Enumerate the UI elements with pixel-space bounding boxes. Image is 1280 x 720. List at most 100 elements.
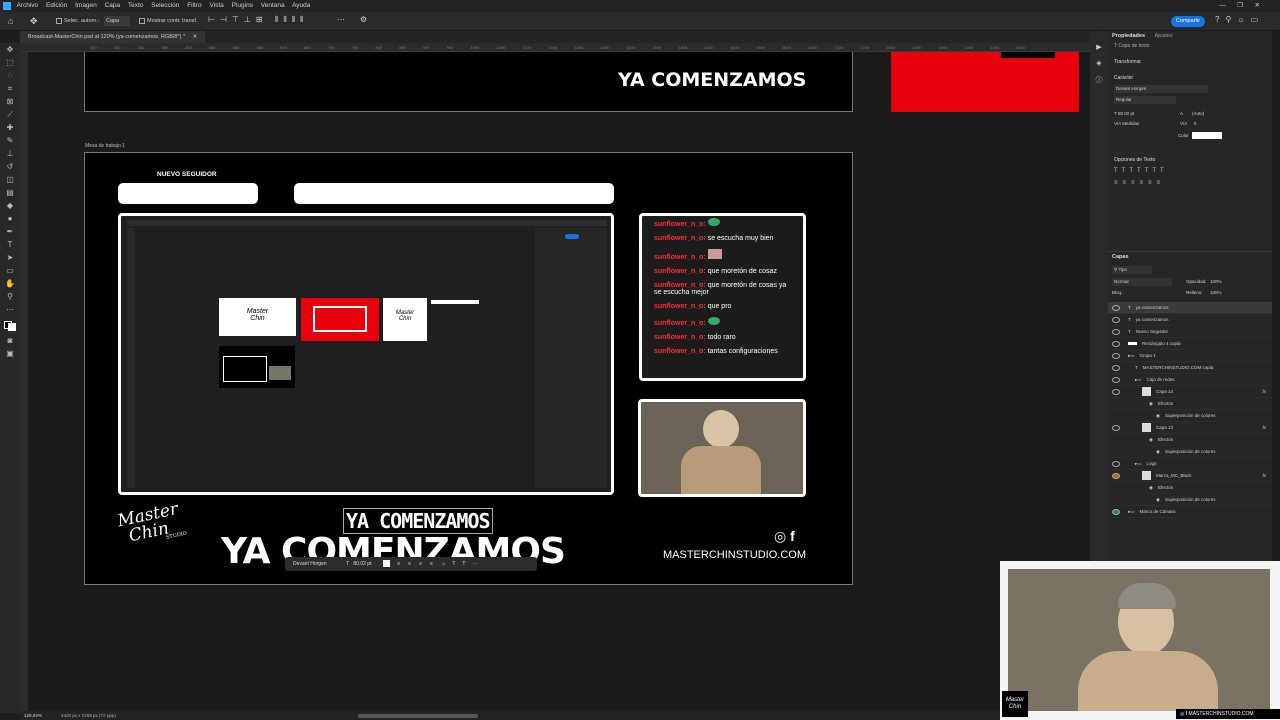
gear-icon[interactable]: ⚙ <box>360 15 367 24</box>
close-tab-icon[interactable]: ✕ <box>193 34 198 40</box>
fill-input[interactable]: 100% <box>1210 290 1222 295</box>
hand-tool-icon[interactable]: ✋ <box>0 277 20 290</box>
layer-row[interactable]: ▸▭ Marco de Cámara <box>1108 506 1272 518</box>
frame-tool-icon[interactable]: ⊠ <box>0 95 20 108</box>
lasso-tool-icon[interactable]: ◌ <box>0 69 20 82</box>
ctx-font-select[interactable]: Devant Horgen <box>293 561 327 567</box>
layer-row[interactable]: ▸▭ Grupo 1 <box>1108 350 1272 362</box>
info-icon[interactable]: ⓘ <box>1090 75 1108 85</box>
main-artboard[interactable]: NUEVO SEGUIDOR Master Chin Master Chin s… <box>84 152 853 585</box>
visibility-eye-icon[interactable] <box>1112 340 1120 347</box>
home-icon[interactable]: ⌂ <box>8 16 13 26</box>
top-right-icons[interactable]: ?⚲☼▭ <box>1215 15 1264 24</box>
play-icon[interactable]: ▶ <box>1090 43 1108 51</box>
layer-row[interactable]: ▸▭ Logo <box>1108 458 1272 470</box>
healing-tool-icon[interactable]: ✚ <box>0 121 20 134</box>
visibility-eye-icon[interactable] <box>1112 388 1120 395</box>
fx-icon[interactable]: fx <box>1262 389 1266 394</box>
opacity-input[interactable]: 100% <box>1210 279 1222 284</box>
tracking-input[interactable]: 0 <box>1194 121 1197 126</box>
color-swatches[interactable] <box>0 316 20 334</box>
menu-vista[interactable]: Vista <box>209 2 223 9</box>
layer-row[interactable]: T Nuevo Seguidor <box>1108 326 1272 338</box>
close-icon[interactable]: ✕ <box>1255 2 1260 9</box>
menu-ayuda[interactable]: Ayuda <box>292 2 310 9</box>
layer-row[interactable]: ◉ Efectos <box>1108 482 1272 494</box>
visibility-eye-icon[interactable] <box>1112 304 1120 311</box>
maximize-icon[interactable]: ❐ <box>1237 2 1243 9</box>
gradient-tool-icon[interactable]: ▤ <box>0 186 20 199</box>
share-button[interactable]: Compartir <box>1171 16 1205 27</box>
layer-row[interactable]: ▸▭ Caja de redes <box>1108 374 1272 386</box>
menu-plugins[interactable]: Plugins <box>232 2 253 9</box>
menu-texto[interactable]: Texto <box>128 2 144 9</box>
layer-row[interactable]: ◉ Superposición de colores <box>1108 494 1272 506</box>
move-tool-icon[interactable]: ✥ <box>0 43 20 56</box>
eraser-tool-icon[interactable]: ◫ <box>0 173 20 186</box>
horizontal-scrollbar[interactable] <box>358 714 478 718</box>
menu-edicion[interactable]: Edición <box>46 2 67 9</box>
zoom-level[interactable]: 120,04% <box>24 713 42 718</box>
leading-input[interactable]: (Auto) <box>1192 111 1204 116</box>
ctx-color-swatch[interactable] <box>382 560 390 568</box>
text-color-swatch[interactable] <box>1192 132 1222 139</box>
visibility-eye-icon[interactable] <box>1112 424 1120 431</box>
blend-mode-select[interactable]: Normal <box>1112 278 1172 286</box>
text-options-section[interactable]: Opciones de Texto <box>1108 143 1272 165</box>
layer-filter-select[interactable]: ⚲ Tipo <box>1112 266 1152 274</box>
minimize-icon[interactable]: — <box>1219 2 1226 9</box>
ctx-size-input[interactable]: 80.02 pt <box>353 561 371 567</box>
ctx-warp-icons[interactable]: ⌂TT⋯ <box>442 561 484 567</box>
text-style-buttons[interactable]: TTTTTTT <box>1108 165 1272 177</box>
move-tool-icon[interactable]: ✥ <box>30 16 38 27</box>
dodge-tool-icon[interactable]: ● <box>0 212 20 225</box>
tab-adjustments[interactable]: Ajustes <box>1155 33 1173 39</box>
menu-seleccion[interactable]: Selección <box>151 2 179 9</box>
visibility-eye-icon[interactable] <box>1112 460 1120 467</box>
paragraph-align-buttons[interactable]: ≡≡≡≡≡≡ <box>1108 177 1272 189</box>
font-size-input[interactable]: 80.02 pt <box>1118 111 1134 116</box>
visibility-eye-icon[interactable] <box>1112 352 1120 359</box>
stamp-tool-icon[interactable]: ⊥ <box>0 147 20 160</box>
marquee-tool-icon[interactable]: ⬚ <box>0 56 20 69</box>
visibility-eye-icon[interactable] <box>1112 376 1120 383</box>
document-tab[interactable]: Broadcast-MasterChin.psd al 120% (ya com… <box>20 31 206 43</box>
type-tool-icon[interactable]: T <box>0 238 20 251</box>
layer-row[interactable]: Rectángulo 4 copia <box>1108 338 1272 350</box>
path-select-icon[interactable]: ➤ <box>0 251 20 264</box>
distribute-icons[interactable]: ⫴⫴⫴⫴ <box>275 15 308 25</box>
layer-select[interactable]: Capa <box>104 16 130 26</box>
auto-select-checkbox[interactable] <box>56 18 62 24</box>
layer-row[interactable]: Capa 14 fx <box>1108 386 1272 398</box>
menu-capa[interactable]: Capa <box>105 2 121 9</box>
zoom-tool-icon[interactable]: ⚲ <box>0 290 20 303</box>
blur-tool-icon[interactable]: ◆ <box>0 199 20 212</box>
history-brush-icon[interactable]: ↺ <box>0 160 20 173</box>
layer-row[interactable]: ◉ Superposición de colores <box>1108 410 1272 422</box>
layer-row[interactable]: ◉ Superposición de colores <box>1108 446 1272 458</box>
eyedropper-tool-icon[interactable]: ⟋ <box>0 108 20 121</box>
screen-mode-icon[interactable]: ▣ <box>0 347 20 360</box>
layer-row[interactable]: Tya comenzamos <box>1108 314 1272 326</box>
tab-properties[interactable]: Propiedades <box>1112 33 1145 39</box>
visibility-eye-icon[interactable] <box>1112 316 1120 323</box>
layer-row[interactable]: ◉ Efectos <box>1108 434 1272 446</box>
ctx-align-icons[interactable]: ≡≡≡≡ <box>397 561 441 567</box>
visibility-eye-icon[interactable] <box>1112 472 1120 479</box>
crop-tool-icon[interactable]: ⌗ <box>0 82 20 95</box>
more-icon[interactable]: ⋯ <box>337 15 345 24</box>
layer-row[interactable]: ◉ Efectos <box>1108 398 1272 410</box>
more-tools-icon[interactable]: ⋯ <box>0 303 20 316</box>
font-style-select[interactable]: Regular <box>1114 96 1176 104</box>
layers-icon[interactable]: ◈ <box>1090 59 1108 67</box>
menu-archivo[interactable]: Archivo <box>16 2 38 9</box>
layer-row[interactable]: Tya comenzamos <box>1108 302 1272 314</box>
font-family-select[interactable]: Devant Horgen <box>1114 85 1208 93</box>
layer-row[interactable]: Marca_MC_Black fx <box>1108 470 1272 482</box>
menu-imagen[interactable]: Imagen <box>75 2 97 9</box>
character-section[interactable]: Carácter <box>1108 67 1272 83</box>
layer-row[interactable]: T MASTERCHINSTUDIO.COM copia <box>1108 362 1272 374</box>
fx-icon[interactable]: fx <box>1262 425 1266 430</box>
quick-mask-icon[interactable]: ◙ <box>0 334 20 347</box>
visibility-eye-icon[interactable] <box>1112 328 1120 335</box>
